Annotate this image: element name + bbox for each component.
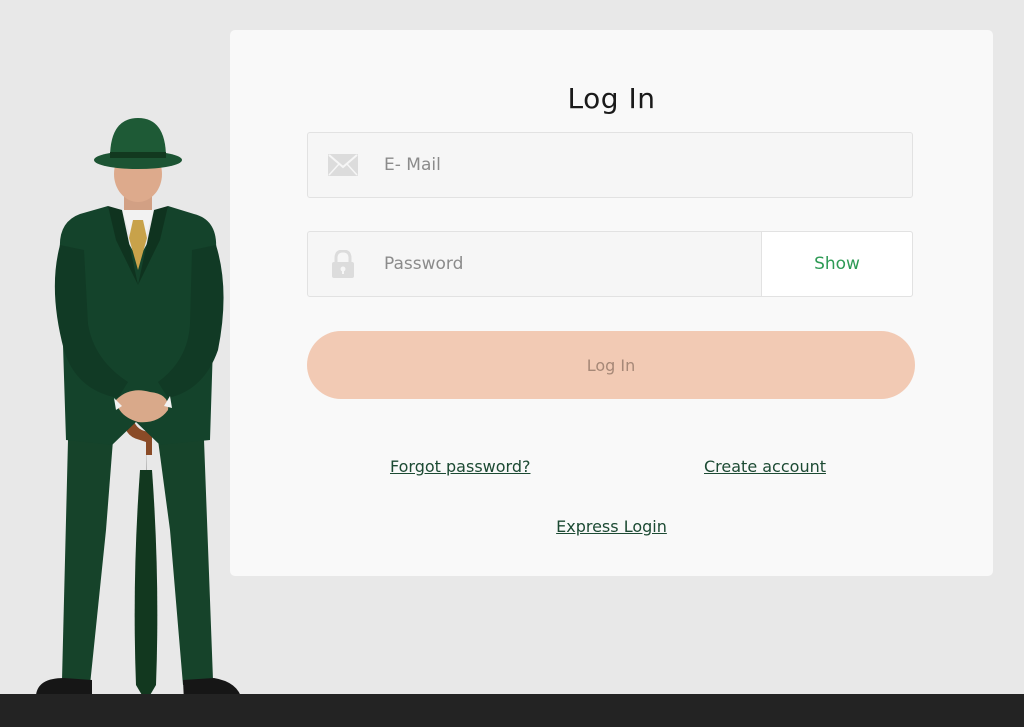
login-page: Log In Show <box>0 0 1024 727</box>
page-title: Log In <box>567 82 656 115</box>
email-field-container <box>307 132 913 198</box>
forgot-password-link[interactable]: Forgot password? <box>390 457 530 476</box>
mascot-gentleman-illustration <box>36 118 242 712</box>
login-submit-button[interactable]: Log In <box>307 331 915 399</box>
lock-icon <box>325 249 361 279</box>
password-input[interactable] <box>382 243 761 285</box>
password-field-container: Show <box>307 231 913 297</box>
show-password-button[interactable]: Show <box>761 231 913 297</box>
create-account-link[interactable]: Create account <box>704 457 826 476</box>
envelope-icon <box>325 150 361 180</box>
footer-bar <box>0 694 1024 727</box>
express-login-link[interactable]: Express Login <box>230 517 993 536</box>
login-card: Log In Show <box>230 30 993 576</box>
email-input[interactable] <box>382 144 912 186</box>
